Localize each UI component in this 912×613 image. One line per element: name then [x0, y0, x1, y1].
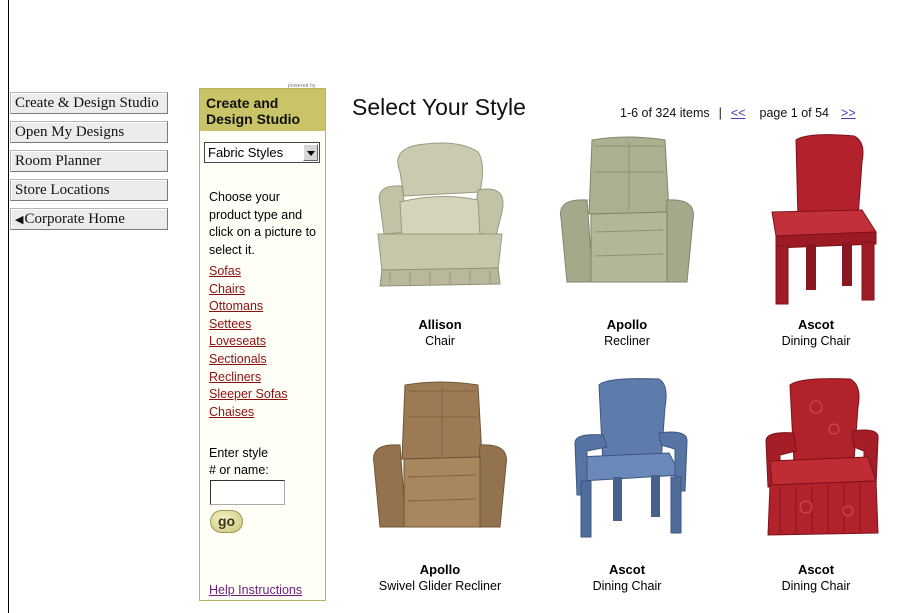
product-name: Allison — [418, 317, 462, 332]
category-link-chairs[interactable]: Chairs — [209, 281, 288, 299]
product-name: Apollo — [419, 562, 461, 577]
category-link-sectionals[interactable]: Sectionals — [209, 351, 288, 369]
previous-page-link[interactable]: << — [731, 106, 746, 120]
product-name: Ascot — [797, 562, 835, 577]
product-type: Swivel Glider Recliner — [378, 579, 502, 593]
category-link-sleeper-sofas[interactable]: Sleeper Sofas — [209, 386, 288, 404]
page-indicator: page 1 of 54 — [759, 106, 830, 120]
style-search-label-line2: # or name: — [209, 463, 269, 477]
panel-heading-line1: Create and — [206, 95, 279, 111]
product-card-ascot-dining-chair[interactable]: Ascot Dining Chair — [726, 132, 906, 350]
product-type: Dining Chair — [592, 579, 662, 593]
style-search-input[interactable] — [210, 480, 285, 505]
category-link-recliners[interactable]: Recliners — [209, 369, 288, 387]
nav-corporate-home[interactable]: ◀Corporate Home — [10, 208, 168, 230]
nav-open-my-designs[interactable]: Open My Designs — [10, 121, 168, 143]
go-button[interactable]: go — [210, 510, 243, 533]
arm-dining-chair-image[interactable] — [547, 377, 707, 555]
nav-store-locations[interactable]: Store Locations — [10, 179, 168, 201]
dining-chair-image[interactable] — [736, 132, 896, 310]
product-type: Chair — [425, 334, 455, 348]
style-search-label: Enter style # or name: — [209, 445, 269, 479]
product-type: Dining Chair — [781, 334, 851, 348]
nav-create-design-studio[interactable]: Create & Design Studio — [10, 92, 168, 114]
product-type-select[interactable]: Fabric Styles — [204, 142, 320, 163]
panel-instructions: Choose your product type and click on a … — [209, 190, 316, 257]
product-card-ascot-arm-dining-chair[interactable]: Ascot Dining Chair — [537, 377, 717, 595]
pager-separator: | — [718, 106, 722, 120]
left-arrow-icon: ◀ — [15, 214, 24, 226]
recliner-image[interactable] — [360, 377, 520, 555]
armchair-image[interactable] — [360, 132, 520, 310]
panel-heading: Create and Design Studio — [200, 89, 325, 131]
category-link-loveseats[interactable]: Loveseats — [209, 333, 288, 351]
skirted-arm-chair-image[interactable] — [736, 377, 896, 555]
item-count: 1-6 of 324 items — [620, 106, 710, 120]
category-link-ottomans[interactable]: Ottomans — [209, 298, 288, 316]
product-name: Ascot — [797, 317, 835, 332]
help-instructions-link[interactable]: Help Instructions — [209, 583, 302, 597]
category-link-sofas[interactable]: Sofas — [209, 263, 288, 281]
product-name: Apollo — [606, 317, 648, 332]
product-type: Recliner — [604, 334, 650, 348]
left-nav: Create & Design Studio Open My Designs R… — [10, 92, 168, 237]
pagination: 1-6 of 324 items | << page 1 of 54 >> — [620, 106, 856, 120]
recliner-image[interactable] — [547, 132, 707, 310]
page-left-border — [8, 0, 9, 613]
nav-corporate-home-label: Corporate Home — [24, 211, 125, 227]
panel-heading-line2: Design Studio — [206, 111, 301, 127]
category-link-chaises[interactable]: Chaises — [209, 404, 288, 422]
product-name: Ascot — [608, 562, 646, 577]
product-card-apollo-recliner[interactable]: Apollo Recliner — [537, 132, 717, 350]
product-card-apollo-swivel-glider-recliner[interactable]: Apollo Swivel Glider Recliner — [350, 377, 530, 595]
product-type: Dining Chair — [781, 579, 851, 593]
dropdown-arrow-icon[interactable] — [303, 144, 318, 161]
nav-room-planner[interactable]: Room Planner — [10, 150, 168, 172]
next-page-link[interactable]: >> — [841, 106, 856, 120]
design-studio-panel: Create and Design Studio Fabric Styles C… — [199, 88, 326, 601]
page-title: Select Your Style — [352, 94, 526, 120]
category-link-settees[interactable]: Settees — [209, 316, 288, 334]
style-search-label-line1: Enter style — [209, 446, 269, 460]
product-type-select-value: Fabric Styles — [208, 145, 284, 160]
product-card-ascot-skirted-chair[interactable]: Ascot Dining Chair — [726, 377, 906, 595]
product-card-allison-chair[interactable]: Allison Chair — [350, 132, 530, 350]
category-list: Sofas Chairs Ottomans Settees Loveseats … — [209, 263, 288, 421]
